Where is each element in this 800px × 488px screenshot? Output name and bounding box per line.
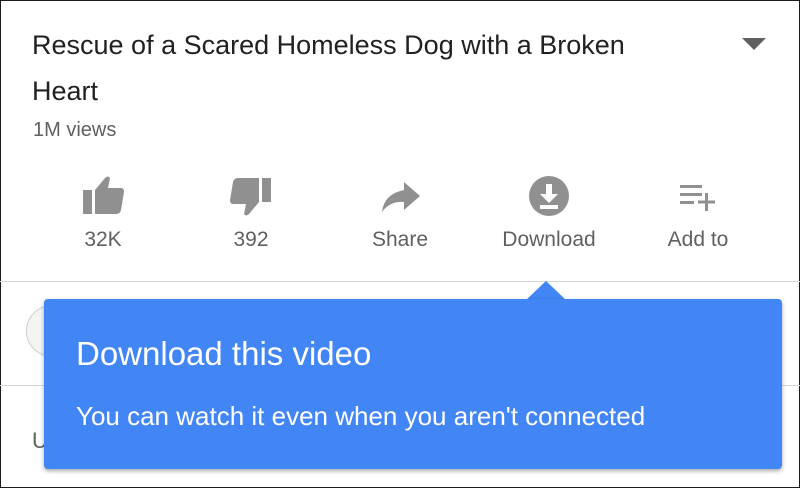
- video-title: Rescue of a Scared Homeless Dog with a B…: [32, 30, 625, 106]
- like-button[interactable]: 32K: [28, 168, 178, 264]
- download-tooltip[interactable]: Download this video You can watch it eve…: [44, 299, 782, 469]
- download-icon: [525, 172, 573, 220]
- share-button[interactable]: Share: [325, 168, 475, 264]
- action-bar: 32K 392 Share Download Add to: [28, 168, 768, 264]
- share-label: Share: [371, 228, 429, 251]
- add-to-label: Add to: [667, 228, 729, 251]
- playlist-add-icon: [674, 172, 722, 220]
- add-to-button[interactable]: Add to: [623, 168, 773, 264]
- tooltip-pointer: [526, 281, 566, 300]
- like-count: 32K: [84, 228, 122, 251]
- chevron-down-icon[interactable]: [740, 36, 768, 52]
- section-divider: [0, 281, 800, 282]
- share-arrow-icon: [376, 172, 424, 220]
- download-label: Download: [502, 228, 596, 251]
- thumbs-up-icon: [79, 172, 127, 220]
- view-count: 1M views: [33, 119, 117, 141]
- thumbs-down-icon: [227, 172, 275, 220]
- tooltip-body: You can watch it even when you aren't co…: [76, 401, 646, 431]
- dislike-button[interactable]: 392: [176, 168, 326, 264]
- dislike-count: 392: [233, 228, 269, 251]
- download-button[interactable]: Download: [474, 168, 624, 264]
- tooltip-title: Download this video: [76, 335, 372, 372]
